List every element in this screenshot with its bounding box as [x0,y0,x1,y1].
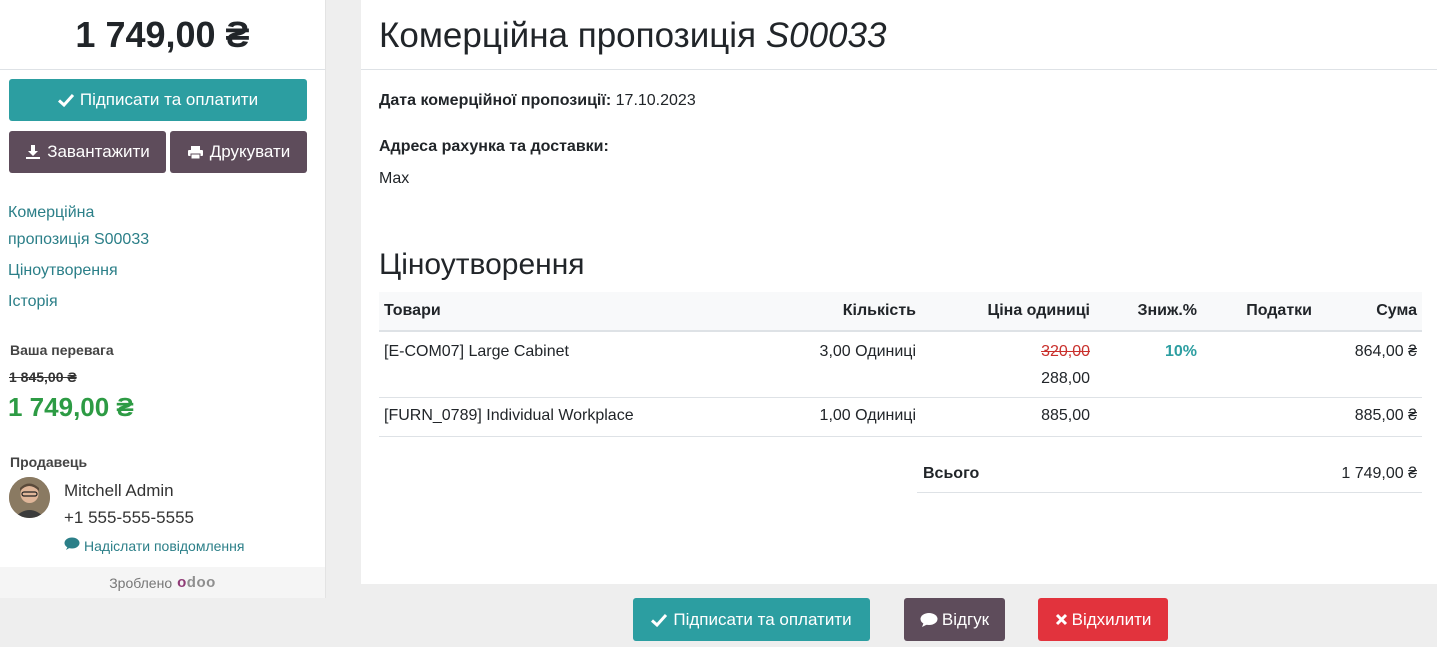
seller-name: Mitchell Admin [64,481,174,500]
col-header-products: Товари [379,292,749,332]
sidebar-total-amount: 1 749,00 ₴ [0,0,325,70]
made-by-footer: Зроблено odoo [0,567,325,598]
row-product: [E-COM07] Large Cabinet [379,331,749,398]
row-amount: 864,00 ₴ [1317,331,1422,398]
table-row: [FURN_0789] Individual Workplace 1,00 Од… [379,397,1422,437]
seller-avatar [9,477,50,518]
address-label: Адреса рахунка та доставки: [379,138,609,155]
reject-button[interactable]: Відхилити [1038,598,1168,641]
row-original-price: 320,00 [1041,343,1090,360]
row-unit-price: 885,00 [921,397,1095,437]
made-by-label: Зроблено [109,574,173,591]
nav-link-quotation-line2: пропозиція S00033 [8,231,150,248]
row-discounted-price: 288,00 [1041,370,1090,387]
total-row: Всього 1 749,00 ₴ [917,455,1422,493]
col-header-unit-price: Ціна одиниці [921,292,1095,332]
col-header-discount: Зниж.% [1095,292,1202,332]
total-label: Всього [923,464,980,482]
print-label: Друкувати [209,142,291,161]
new-price: 1 749,00 ₴ [8,392,134,422]
send-message-label: Надіслати повідомлення [84,537,245,554]
row-discount [1095,397,1202,437]
order-lines-table: Товари Кількість Ціна одиниці Зниж.% Под… [379,292,1422,437]
col-header-amount: Сума [1317,292,1422,332]
row-amount: 885,00 ₴ [1317,397,1422,437]
nav-link-quotation[interactable]: Комерційна пропозиція S00033 [8,199,149,253]
nav-link-pricing[interactable]: Ціноутворення [8,257,118,284]
advantage-label: Ваша перевага [10,342,114,358]
row-discount: 10% [1095,331,1202,398]
odoo-logo[interactable]: odoo [177,574,216,591]
sidebar: 1 749,00 ₴ Підписати та оплатити Заванта… [0,0,326,598]
page-title: Комерційна пропозиція S00033 [379,16,886,56]
download-icon [25,144,41,160]
comment-icon [920,612,938,628]
download-button[interactable]: Завантажити [9,131,166,173]
print-button[interactable]: Друкувати [170,131,307,173]
printer-icon [187,145,204,160]
col-header-taxes: Податки [1202,292,1317,332]
address-value: Max [379,170,410,187]
title-divider [361,69,1437,70]
quotation-date-label: Дата комерційної пропозиції: [379,92,612,109]
page-title-text: Комерційна пропозиція [379,16,757,55]
old-price: 1 845,00 ₴ [9,369,77,385]
row-taxes [1202,331,1317,398]
pricing-section-title: Ціноутворення [379,248,585,281]
sign-and-pay-button[interactable]: Підписати та оплатити [9,79,307,121]
row-product: [FURN_0789] Individual Workplace [379,397,749,437]
send-message-link[interactable]: Надіслати повідомлення [64,537,244,554]
row-discount-value: 10% [1164,343,1197,360]
quotation-number: S00033 [765,16,887,55]
quotation-date-field: Дата комерційної пропозиції: 17.10.2023 [379,92,696,110]
seller-label: Продавець [10,454,88,470]
feedback-button[interactable]: Відгук [904,598,1005,641]
seller-phone: +1 555-555-5555 [64,508,194,527]
row-quantity: 1,00 Одиниці [749,397,921,437]
check-icon [651,613,668,627]
bottom-sign-and-pay-button[interactable]: Підписати та оплатити [633,598,870,641]
close-icon [1055,613,1068,626]
quotation-panel: Комерційна пропозиція S00033 Дата комерц… [361,0,1437,584]
comment-icon [64,537,80,554]
bottom-sign-and-pay-label: Підписати та оплатити [673,609,852,629]
col-header-quantity: Кількість [749,292,921,332]
row-taxes [1202,397,1317,437]
total-value: 1 749,00 ₴ [1341,464,1417,482]
row-unit-price: 320,00 288,00 [921,331,1095,398]
row-quantity: 3,00 Одиниці [749,331,921,398]
table-row: [E-COM07] Large Cabinet 3,00 Одиниці 320… [379,331,1422,398]
feedback-label: Відгук [941,609,990,629]
sign-and-pay-label: Підписати та оплатити [79,90,259,109]
table-header-row: Товари Кількість Ціна одиниці Зниж.% Под… [379,292,1422,332]
download-label: Завантажити [47,142,150,161]
nav-link-history[interactable]: Історія [8,288,58,315]
nav-link-quotation-line1: Комерційна [8,204,95,221]
quotation-date-value: 17.10.2023 [615,92,696,109]
check-icon [57,93,74,107]
reject-label: Відхилити [1071,609,1152,629]
